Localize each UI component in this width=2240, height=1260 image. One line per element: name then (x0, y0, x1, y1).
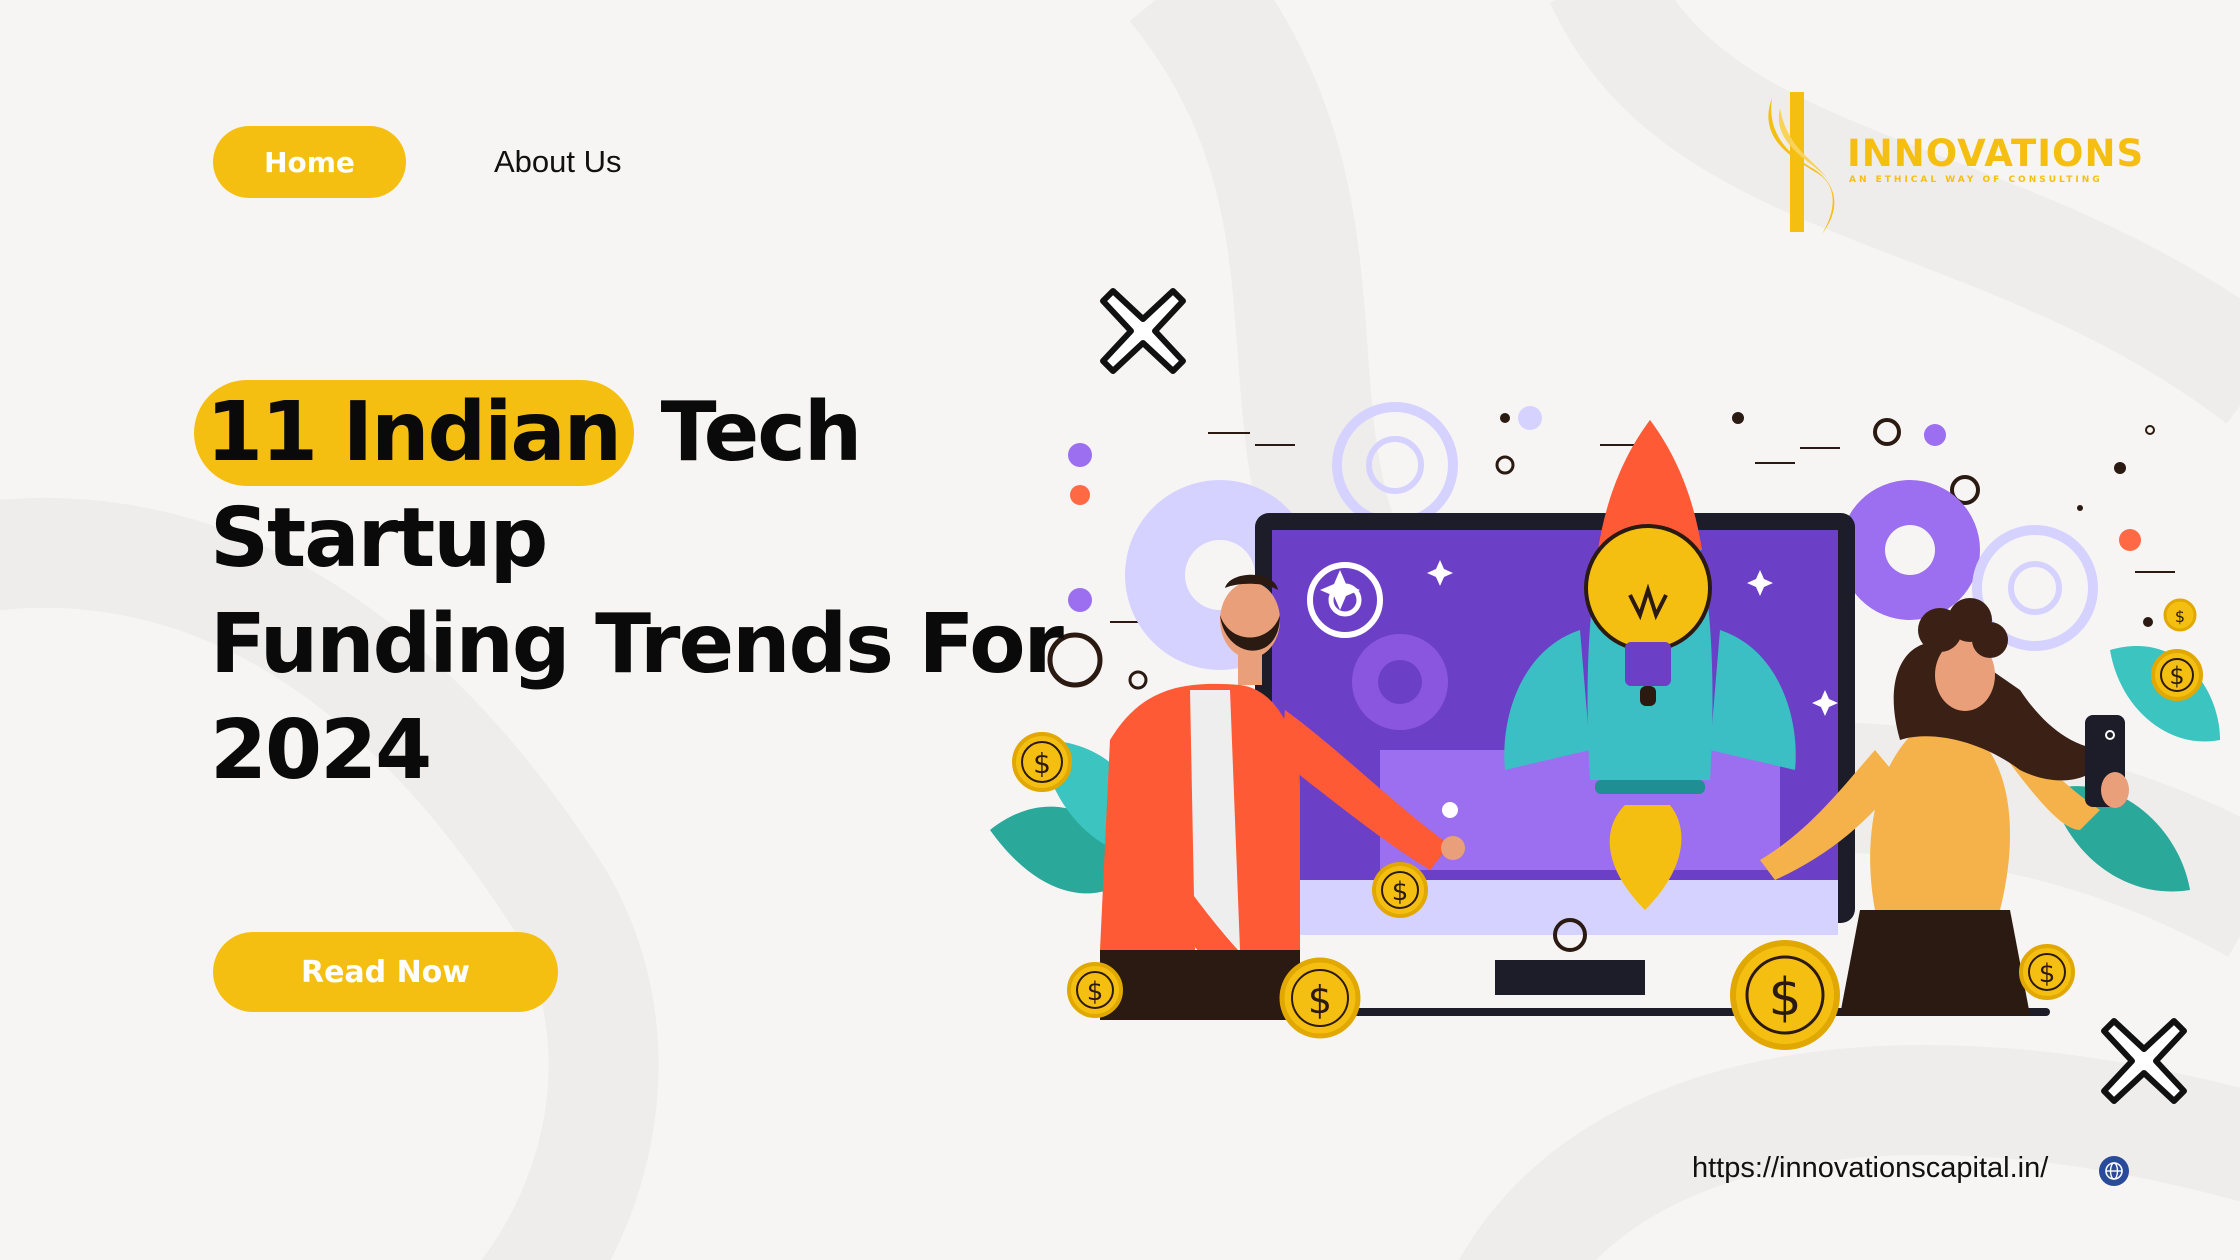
nav-about-link[interactable]: About Us (494, 144, 622, 180)
title-line-1: 11 Indian Tech Startup (194, 380, 1170, 592)
svg-text:$: $ (1392, 877, 1409, 907)
dollar-coin-icon: $ (1279, 957, 1361, 1039)
title-line-3: 2024 (210, 703, 432, 798)
dollar-coin-icon: $ (2019, 944, 2075, 1000)
page-title: 11 Indian Tech Startup Funding Trends Fo… (194, 380, 1170, 804)
svg-text:$: $ (1087, 977, 1104, 1007)
close-x-icon (2101, 1018, 2187, 1104)
dollar-coin-icon: $ (1372, 862, 1428, 918)
close-x-icon (1100, 288, 1186, 374)
dollar-coin-icon: $ (2163, 598, 2197, 632)
gear-icon (1332, 402, 1458, 528)
dollar-coin-icon: $ (1067, 962, 1123, 1018)
dollar-coin-icon: $ (1730, 940, 1840, 1050)
title-line-2: Funding Trends For (210, 597, 1064, 692)
svg-text:$: $ (2169, 662, 2184, 690)
logo-emblem-icon (1768, 92, 1835, 234)
globe-icon[interactable] (2098, 1155, 2130, 1187)
brand-logo[interactable]: INNOVATIONS AN ETHICAL WAY OF CONSULTING (1762, 88, 2143, 238)
svg-text:$: $ (1308, 978, 1332, 1022)
gear-icon (1352, 634, 1448, 730)
brand-name: INNOVATIONS (1847, 132, 2145, 175)
title-highlight: 11 Indian (194, 380, 635, 486)
top-navigation: Home About Us (213, 126, 622, 198)
read-now-button[interactable]: Read Now (213, 932, 558, 1012)
gear-icon (1840, 480, 1980, 620)
website-url-link[interactable]: https://innovationscapital.in/ (1692, 1152, 2048, 1185)
dollar-coin-icon: $ (2151, 649, 2203, 701)
svg-text:$: $ (2175, 607, 2185, 626)
svg-text:$: $ (1768, 968, 1801, 1028)
brand-tagline: AN ETHICAL WAY OF CONSULTING (1849, 175, 2103, 185)
svg-text:$: $ (2039, 959, 2056, 989)
nav-home-button[interactable]: Home (213, 126, 406, 198)
